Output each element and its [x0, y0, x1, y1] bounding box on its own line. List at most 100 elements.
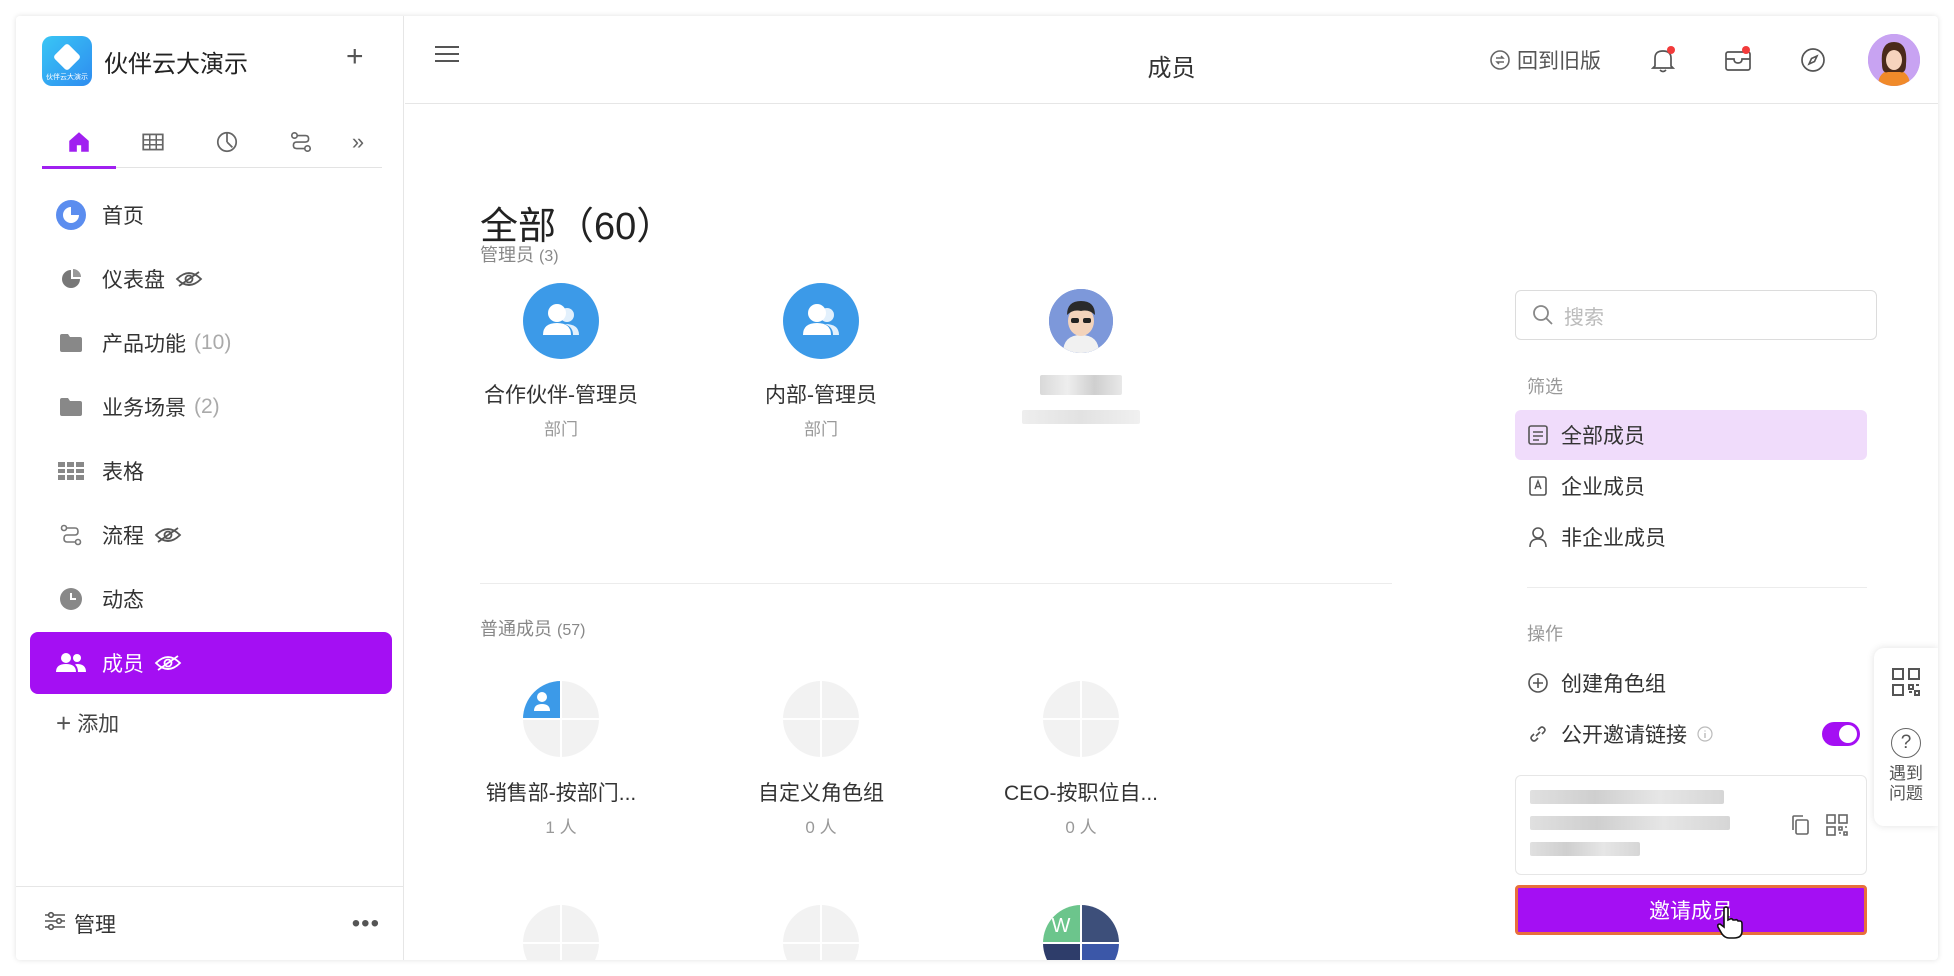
- role-group-avatar: [523, 681, 599, 757]
- add-app-button[interactable]: +: [346, 42, 364, 72]
- tab-dashboard[interactable]: [190, 116, 264, 168]
- filter-all-members[interactable]: 全部成员: [1515, 410, 1867, 460]
- actions-label: 操作: [1527, 624, 1563, 644]
- member-card[interactable]: 自定义角色组 0 人: [721, 681, 921, 838]
- sidebar-item-label: 业务场景: [102, 397, 186, 420]
- folder-icon: [56, 392, 86, 422]
- compass-icon: [1801, 48, 1825, 72]
- regular-count: (57): [557, 622, 586, 639]
- qr-code-icon[interactable]: [1826, 814, 1848, 841]
- sidebar-item-product-features[interactable]: 产品功能 (10): [30, 312, 392, 374]
- create-role-group-button[interactable]: 创建角色组: [1515, 658, 1867, 708]
- filter-enterprise-members[interactable]: 企业成员: [1515, 461, 1867, 511]
- member-card[interactable]: 内部-管理员 部门: [721, 283, 921, 440]
- member-card[interactable]: [461, 905, 661, 960]
- sidebar-item-tables[interactable]: 表格: [30, 440, 392, 502]
- tab-workflow[interactable]: [264, 116, 338, 168]
- workflow-icon: [290, 131, 312, 153]
- member-card[interactable]: W: [981, 905, 1181, 960]
- inbox-button[interactable]: [1718, 40, 1758, 80]
- filter-label-text: 企业成员: [1561, 476, 1645, 499]
- app-window: 伙伴云大演示 伙伴云大演示 + » 首页 仪表盘 产品功能 (10) 业务场景 …: [16, 16, 1938, 960]
- more-tabs-button[interactable]: »: [338, 116, 378, 168]
- sidebar-item-dashboard[interactable]: 仪表盘: [30, 248, 392, 310]
- member-sub: 部门: [804, 420, 838, 439]
- copy-icon[interactable]: [1790, 814, 1810, 841]
- sidebar-tabs: »: [42, 116, 382, 169]
- filter-label-text: 非企业成员: [1561, 527, 1666, 550]
- user-avatar[interactable]: [1868, 34, 1920, 86]
- header-actions: 回到旧版: [1489, 28, 1920, 92]
- pie-chart-icon: [56, 264, 86, 294]
- brand-logo: 伙伴云大演示: [42, 36, 92, 86]
- blurred-sub: [981, 400, 1181, 429]
- invite-member-button[interactable]: 邀请成员: [1515, 885, 1867, 935]
- filter-label: 筛选: [1527, 377, 1563, 397]
- member-card[interactable]: 合作伙伴-管理员 部门: [461, 283, 661, 440]
- sidebar-item-label: 成员: [102, 653, 144, 676]
- sidebar-item-business-scenarios[interactable]: 业务场景 (2): [30, 376, 392, 438]
- member-name: 销售部-按部门...: [485, 782, 637, 805]
- floating-help-panel: ? 遇到 问题: [1874, 648, 1938, 826]
- member-sub: 1 人: [545, 818, 577, 837]
- person-avatar: [1049, 289, 1113, 353]
- filter-non-enterprise-members[interactable]: 非企业成员: [1515, 512, 1867, 562]
- sidebar-item-count: (10): [194, 331, 232, 354]
- question-icon: ?: [1891, 728, 1921, 758]
- explore-button[interactable]: [1793, 40, 1833, 80]
- sidebar-add-label: 添加: [77, 713, 120, 736]
- manage-button[interactable]: 管理: [74, 909, 116, 939]
- person-icon: [1529, 527, 1547, 548]
- public-invite-link-toggle[interactable]: [1822, 722, 1860, 746]
- sidebar-item-activity[interactable]: 动态: [30, 568, 392, 630]
- mixed-members-avatar: W: [1043, 905, 1119, 960]
- filter-label-text: 全部成员: [1561, 425, 1645, 448]
- sidebar-item-home[interactable]: 首页: [30, 184, 392, 246]
- brand[interactable]: 伙伴云大演示 伙伴云大演示: [42, 36, 248, 86]
- eye-hidden-icon: [154, 654, 182, 672]
- qr-code-icon[interactable]: [1892, 668, 1920, 701]
- member-name: 自定义角色组: [758, 782, 884, 805]
- admins-label: 管理员: [480, 245, 534, 265]
- member-card[interactable]: 销售部-按部门... 1 人: [461, 681, 661, 838]
- sidebar-item-label: 动态: [102, 589, 144, 612]
- back-to-old-version-button[interactable]: 回到旧版: [1489, 45, 1601, 75]
- search-icon: [1533, 305, 1553, 325]
- admins-count: (3): [539, 248, 559, 265]
- top-header: 成员 回到旧版: [405, 16, 1938, 104]
- folder-icon: [56, 328, 86, 358]
- info-icon[interactable]: [1697, 726, 1713, 742]
- dashboard-icon: [216, 131, 238, 153]
- tab-table[interactable]: [116, 116, 190, 168]
- public-invite-link-row: 公开邀请链接: [1515, 709, 1815, 759]
- member-search-input[interactable]: 搜索: [1515, 290, 1877, 340]
- department-avatar: [523, 283, 599, 359]
- search-placeholder: 搜索: [1564, 306, 1604, 329]
- notification-button[interactable]: [1643, 40, 1683, 80]
- help-label-line-1: 遇到: [1889, 764, 1923, 783]
- sidebar-item-label: 仪表盘: [102, 269, 165, 292]
- svg-text:W: W: [1052, 915, 1071, 937]
- sidebar-add-button[interactable]: + 添加: [30, 696, 392, 750]
- hand-cursor-icon: [1716, 906, 1744, 945]
- role-group-avatar: [1043, 681, 1119, 757]
- right-panel-divider: [1527, 587, 1867, 588]
- role-group-avatar: [783, 905, 859, 960]
- member-card[interactable]: CEO-按职位自... 0 人: [981, 681, 1181, 838]
- regular-label: 普通成员: [480, 619, 552, 639]
- tab-home[interactable]: [42, 116, 116, 169]
- sidebar-item-workflow[interactable]: 流程: [30, 504, 392, 566]
- member-sub: 部门: [544, 420, 578, 439]
- member-card[interactable]: [721, 905, 921, 960]
- sidebar-item-members[interactable]: 成员: [30, 632, 392, 694]
- member-name: 合作伙伴-管理员: [484, 384, 638, 407]
- member-card[interactable]: [981, 283, 1181, 429]
- sidebar-footer: 管理 •••: [16, 886, 404, 960]
- sidebar-item-count: (2): [194, 395, 220, 418]
- help-button[interactable]: ? 遇到 问题: [1874, 728, 1938, 804]
- more-options-button[interactable]: •••: [352, 910, 380, 938]
- section-divider: [480, 583, 1392, 584]
- sidebar-item-label: 表格: [102, 461, 144, 484]
- settings-sliders-icon[interactable]: [44, 911, 66, 936]
- brand-logo-caption: 伙伴云大演示: [46, 74, 88, 81]
